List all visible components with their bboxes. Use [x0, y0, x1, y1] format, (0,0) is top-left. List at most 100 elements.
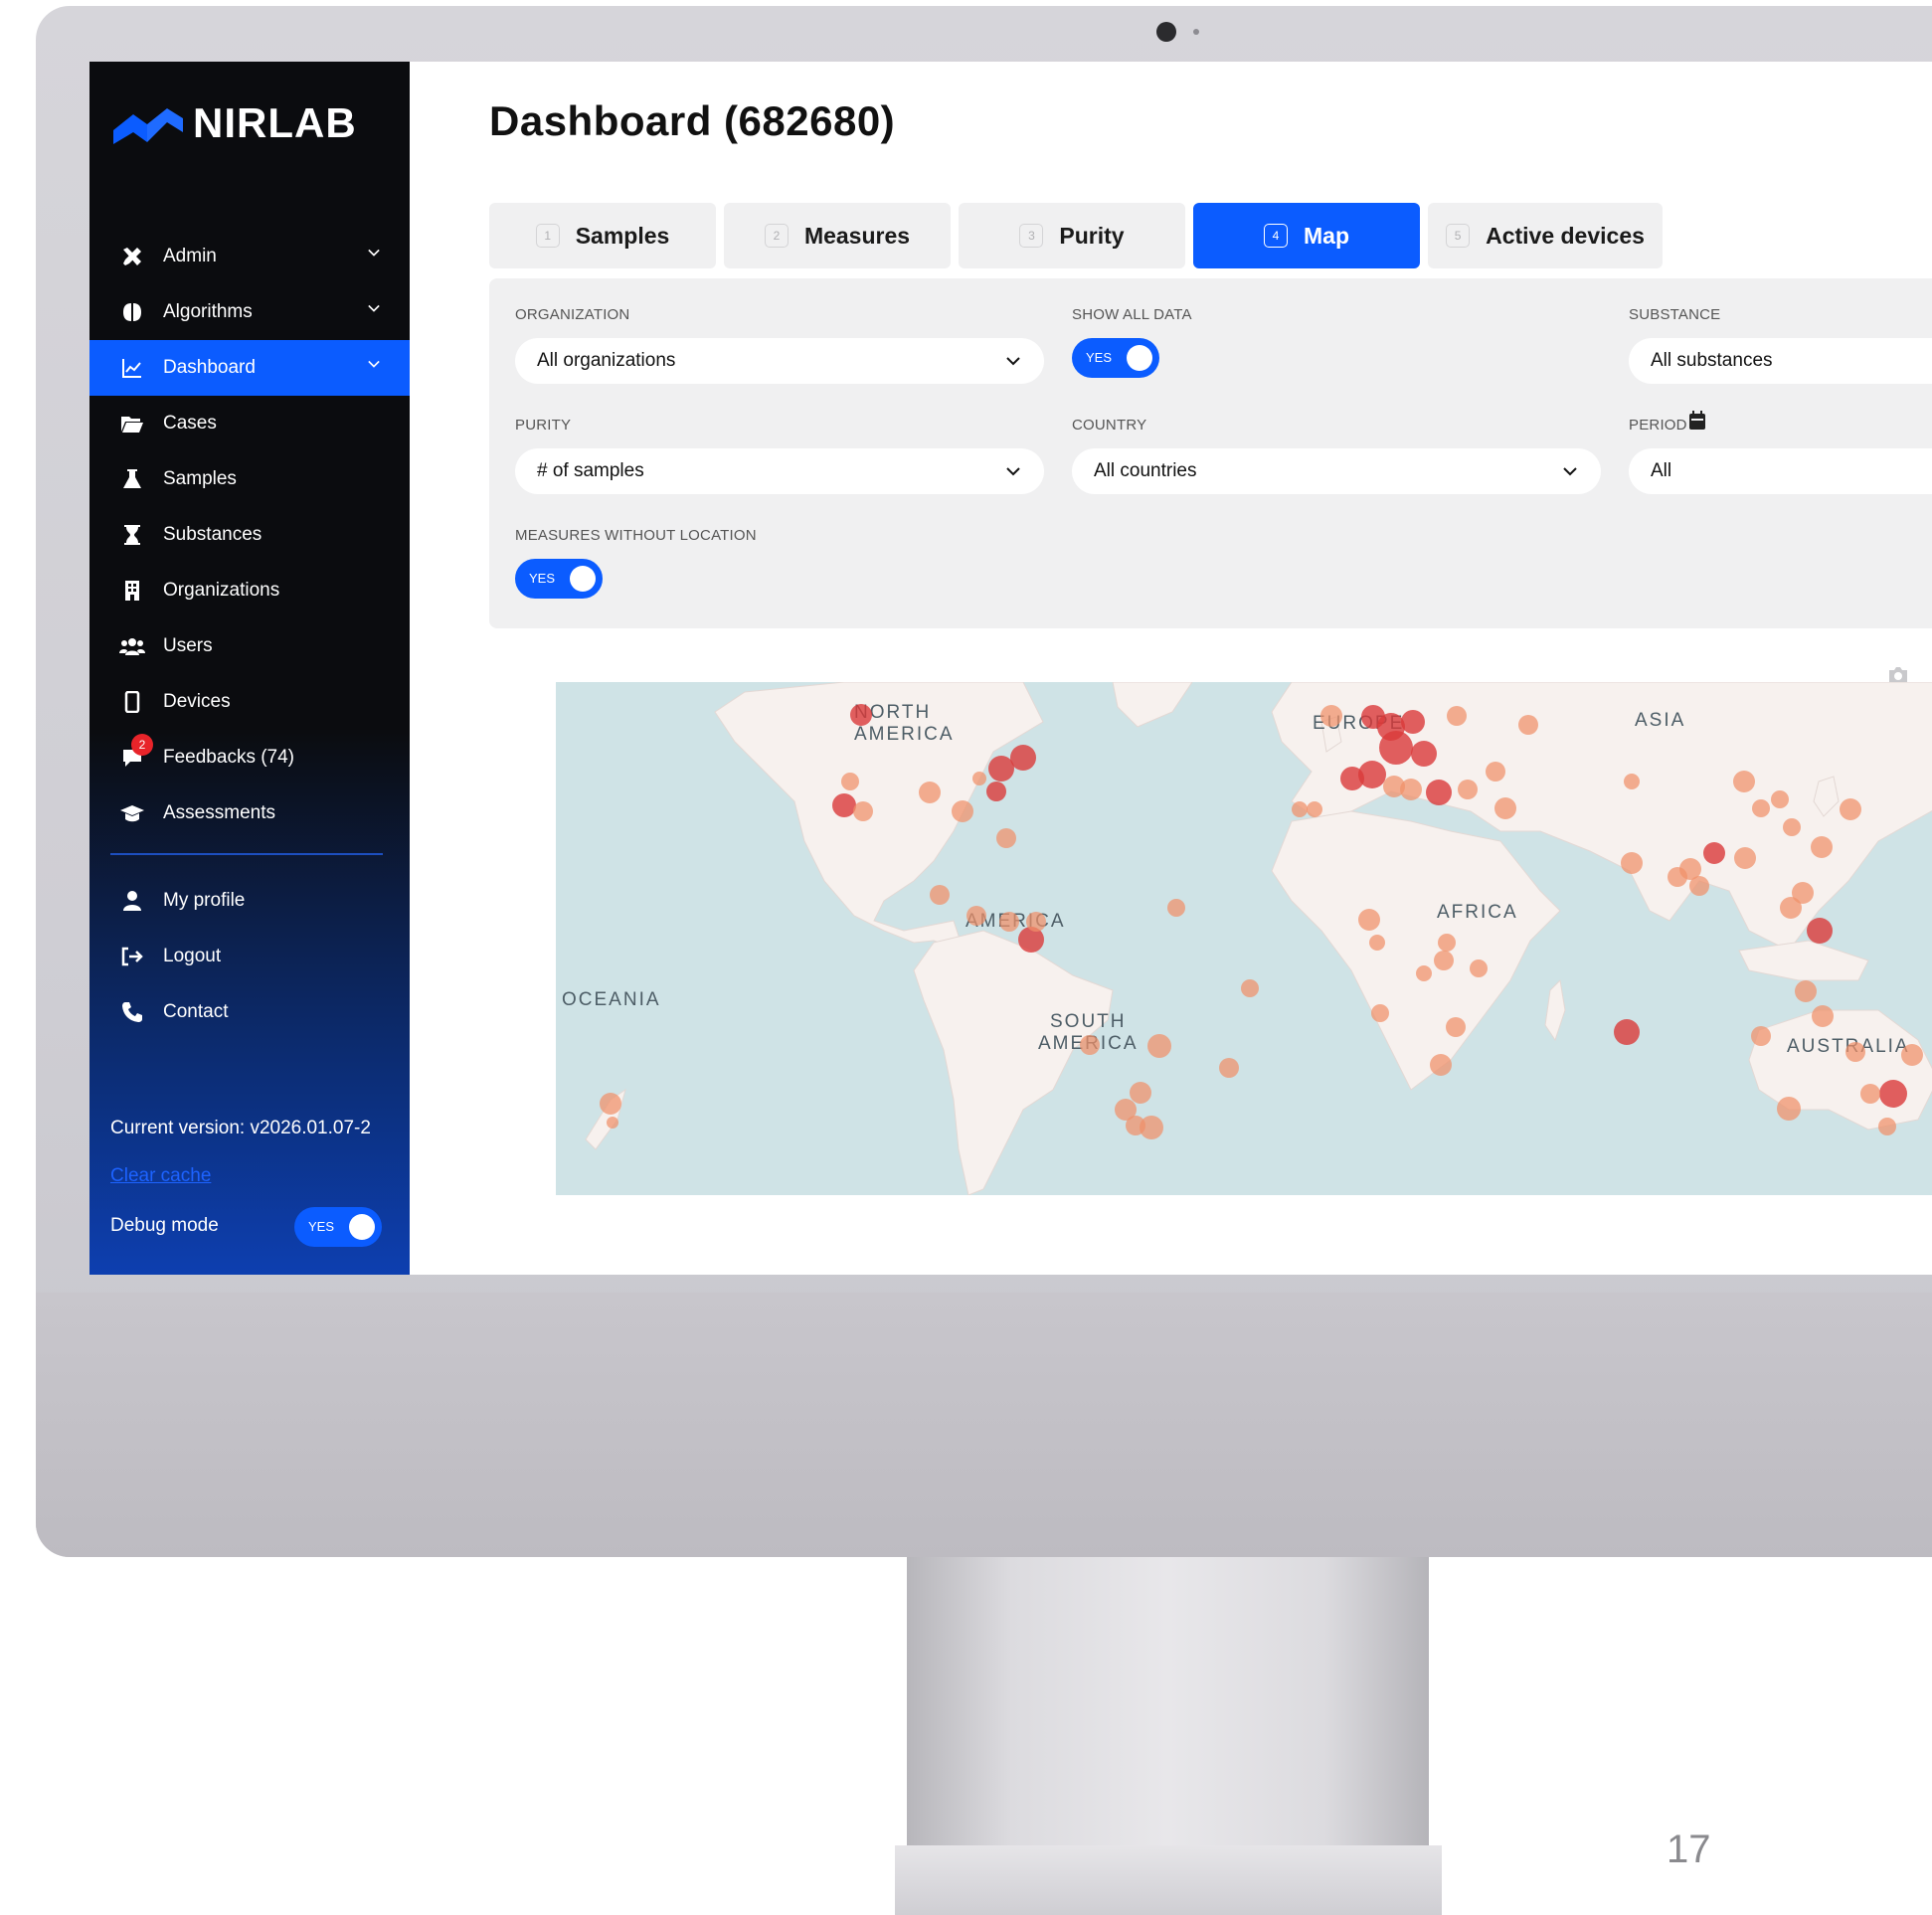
map-marker[interactable]: [1751, 1026, 1771, 1046]
calendar-icon[interactable]: [1688, 411, 1706, 431]
tab-purity[interactable]: 3 Purity: [959, 203, 1185, 268]
sidebar-item-users[interactable]: Users: [89, 618, 410, 674]
map-marker[interactable]: [607, 1117, 618, 1129]
map-marker[interactable]: [1668, 867, 1687, 887]
map-marker[interactable]: [1614, 1019, 1640, 1045]
map-marker[interactable]: [1901, 1044, 1923, 1066]
map-marker[interactable]: [1430, 1054, 1452, 1076]
map-marker[interactable]: [1126, 1116, 1145, 1135]
map-marker[interactable]: [1812, 1005, 1834, 1027]
logo[interactable]: NIRLAB: [113, 99, 357, 147]
organization-select[interactable]: All organizations: [515, 338, 1044, 384]
map-marker[interactable]: [1807, 918, 1833, 944]
map-marker[interactable]: [1219, 1058, 1239, 1078]
sidebar-item-cases[interactable]: Cases: [89, 396, 410, 451]
map-marker[interactable]: [1447, 706, 1467, 726]
sidebar-item-dashboard[interactable]: Dashboard: [89, 340, 410, 396]
map-marker[interactable]: [600, 1093, 621, 1115]
map-marker[interactable]: [1434, 951, 1454, 970]
map-marker[interactable]: [1792, 882, 1814, 904]
map-marker[interactable]: [1840, 798, 1861, 820]
tab-active-devices[interactable]: 5 Active devices: [1428, 203, 1663, 268]
tab-samples[interactable]: 1 Samples: [489, 203, 716, 268]
map-marker[interactable]: [1621, 852, 1643, 874]
map-marker[interactable]: [1438, 934, 1456, 952]
map-marker[interactable]: [996, 828, 1016, 848]
map-marker[interactable]: [1383, 776, 1405, 797]
map-marker[interactable]: [1777, 1097, 1801, 1121]
sidebar-item-admin[interactable]: Admin: [89, 229, 410, 284]
show-all-data-toggle[interactable]: YES: [1072, 338, 1159, 378]
map-marker[interactable]: [841, 773, 859, 790]
sidebar-item-algorithms[interactable]: Algorithms: [89, 284, 410, 340]
map-marker[interactable]: [1416, 965, 1432, 981]
map-marker[interactable]: [986, 782, 1006, 801]
clear-cache-link[interactable]: Clear cache: [110, 1165, 211, 1187]
country-select[interactable]: All countries: [1072, 448, 1601, 494]
sidebar-item-feedbacks[interactable]: 2 Feedbacks (74): [89, 730, 410, 785]
map-marker[interactable]: [1340, 767, 1364, 790]
map-marker[interactable]: [1358, 909, 1380, 931]
map-marker[interactable]: [1734, 847, 1756, 869]
map-marker[interactable]: [1446, 1017, 1466, 1037]
map-marker[interactable]: [999, 912, 1019, 932]
substance-select[interactable]: All substances: [1629, 338, 1932, 384]
sidebar-item-contact[interactable]: Contact: [89, 984, 410, 1040]
map-marker[interactable]: [1486, 762, 1505, 782]
period-select[interactable]: All: [1629, 448, 1932, 494]
sidebar-item-devices[interactable]: Devices: [89, 674, 410, 730]
map-marker[interactable]: [1369, 935, 1385, 951]
sidebar-item-samples[interactable]: Samples: [89, 451, 410, 507]
map-marker[interactable]: [1783, 818, 1801, 836]
map-marker[interactable]: [1703, 842, 1725, 864]
map-marker[interactable]: [1379, 731, 1413, 765]
map-marker[interactable]: [919, 782, 941, 803]
sidebar-item-substances[interactable]: Substances: [89, 507, 410, 563]
map-marker[interactable]: [1426, 780, 1452, 805]
map-marker[interactable]: [1733, 771, 1755, 792]
sidebar-item-assessments[interactable]: Assessments: [89, 785, 410, 841]
map-marker[interactable]: [1320, 705, 1342, 727]
map-marker[interactable]: [1292, 801, 1308, 817]
map-marker[interactable]: [1130, 1082, 1151, 1104]
sidebar-item-organizations[interactable]: Organizations: [89, 563, 410, 618]
map-marker[interactable]: [1147, 1034, 1171, 1058]
map-marker[interactable]: [850, 704, 872, 726]
map-marker[interactable]: [966, 906, 986, 926]
map-marker[interactable]: [1689, 876, 1709, 896]
world-map[interactable]: NORTH AMERICA AMERICA SOUTH AMERICA EURO…: [556, 682, 1932, 1195]
map-marker[interactable]: [1771, 790, 1789, 808]
sidebar-item-my-profile[interactable]: My profile: [89, 873, 410, 929]
map-marker[interactable]: [952, 800, 973, 822]
map-marker[interactable]: [1494, 797, 1516, 819]
map-marker[interactable]: [1470, 959, 1488, 977]
map-marker[interactable]: [1860, 1084, 1880, 1104]
map-marker[interactable]: [1010, 745, 1036, 771]
measures-without-location-toggle[interactable]: YES: [515, 559, 603, 599]
map-marker[interactable]: [1371, 1004, 1389, 1022]
map-marker[interactable]: [1307, 801, 1322, 817]
sidebar-item-logout[interactable]: Logout: [89, 929, 410, 984]
map-marker[interactable]: [1879, 1080, 1907, 1108]
map-marker[interactable]: [988, 756, 1014, 782]
map-marker[interactable]: [1795, 980, 1817, 1002]
map-marker[interactable]: [930, 885, 950, 905]
map-marker[interactable]: [1624, 774, 1640, 789]
map-marker[interactable]: [1518, 715, 1538, 735]
map-marker[interactable]: [1752, 799, 1770, 817]
map-marker[interactable]: [853, 801, 873, 821]
map-marker[interactable]: [1026, 912, 1046, 932]
tab-measures[interactable]: 2 Measures: [724, 203, 951, 268]
map-marker[interactable]: [1845, 1042, 1865, 1062]
tab-map[interactable]: 4 Map: [1193, 203, 1420, 268]
debug-mode-toggle[interactable]: YES: [294, 1207, 382, 1247]
map-marker[interactable]: [1080, 1035, 1100, 1055]
map-marker[interactable]: [1241, 979, 1259, 997]
purity-select[interactable]: # of samples: [515, 448, 1044, 494]
map-marker[interactable]: [1401, 710, 1425, 734]
map-marker[interactable]: [1167, 899, 1185, 917]
map-marker[interactable]: [1878, 1118, 1896, 1135]
map-marker[interactable]: [1811, 836, 1833, 858]
map-marker[interactable]: [832, 793, 856, 817]
map-marker[interactable]: [1458, 780, 1478, 799]
